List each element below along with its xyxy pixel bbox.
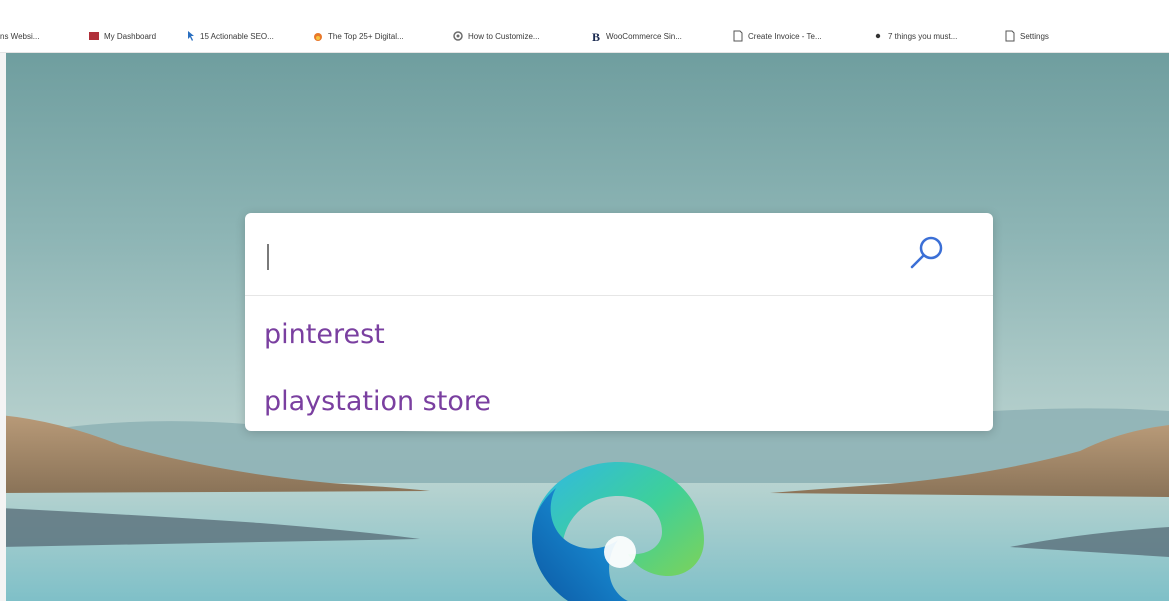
bookmark-item[interactable]: The Top 25+ Digital... [312, 30, 440, 42]
b-icon: B [590, 30, 602, 42]
bookmark-label: Create Invoice - Te... [748, 31, 822, 41]
flame-icon [312, 30, 324, 42]
suggestion-label: playstation store [264, 385, 491, 417]
text-cursor [267, 244, 269, 270]
bookmark-label: WooCommerce Sin... [606, 31, 682, 41]
page-icon [1004, 30, 1016, 42]
bookmark-label: My Dashboard [104, 31, 157, 41]
bookmark-item[interactable]: My Dashboard [88, 30, 172, 42]
bookmark-item[interactable]: 15 Actionable SEO... [184, 30, 296, 42]
bookmark-label: The Top 25+ Digital... [328, 31, 404, 41]
bookmark-item[interactable]: Settings [1004, 30, 1074, 42]
bookmark-label: 7 things you must... [888, 31, 958, 41]
gear-icon [452, 30, 464, 42]
window-top-strip [0, 0, 1169, 20]
svg-text:B: B [592, 30, 600, 42]
search-input[interactable] [245, 213, 993, 296]
bookmark-label: How to Customize... [468, 31, 540, 41]
search-box: pinterest playstation store [245, 213, 993, 431]
pointer-icon [184, 30, 196, 42]
bookmark-label: ns Websi... [0, 31, 40, 41]
search-icon [905, 231, 949, 280]
dot-icon [872, 30, 884, 42]
bookmark-item[interactable]: B WooCommerce Sin... [590, 30, 718, 42]
bookmark-item[interactable]: How to Customize... [452, 30, 576, 42]
bookmark-label: Settings [1020, 31, 1049, 41]
bookmarks-bar: ns Websi... My Dashboard 15 Actionable S… [0, 20, 1169, 53]
suggestion-label: pinterest [264, 318, 385, 350]
search-button[interactable] [903, 231, 951, 279]
bookmark-label: 15 Actionable SEO... [200, 31, 274, 41]
bookmark-item[interactable]: 7 things you must... [872, 30, 992, 42]
search-suggestion-item[interactable]: pinterest [245, 303, 993, 365]
search-suggestion-item[interactable]: playstation store [245, 370, 993, 432]
bookmark-item[interactable]: ns Websi... [0, 32, 70, 41]
edge-logo [528, 458, 708, 606]
left-edge-strip [0, 53, 6, 601]
dashboard-icon [88, 30, 100, 42]
page-icon [732, 30, 744, 42]
bookmark-item[interactable]: Create Invoice - Te... [732, 30, 862, 42]
